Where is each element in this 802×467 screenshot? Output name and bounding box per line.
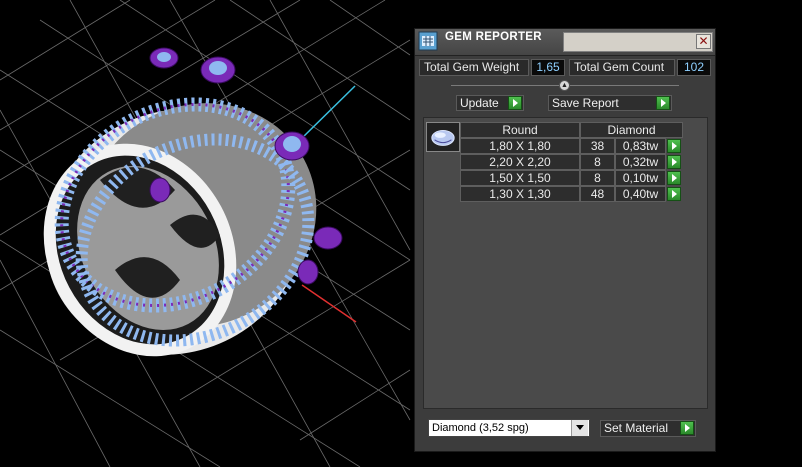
- set-material-button-label: Set Material: [604, 421, 669, 435]
- row-weight: 0,83tw: [615, 138, 666, 154]
- go-arrow-icon[interactable]: [656, 96, 670, 110]
- row-size: 1,50 X 1,50: [460, 170, 580, 186]
- save-report-button-label: Save Report: [552, 96, 619, 110]
- title-bar-blank: [563, 32, 713, 52]
- panel-title: GEM REPORTER: [445, 31, 542, 43]
- material-select[interactable]: Diamond (3,52 spg): [428, 419, 590, 437]
- total-gem-count-value: 102: [677, 59, 711, 76]
- axis-y: [299, 85, 356, 141]
- go-arrow-icon[interactable]: [667, 187, 681, 201]
- dropdown-arrow-icon[interactable]: [571, 420, 588, 436]
- row-size: 2,20 X 2,20: [460, 154, 580, 170]
- gem-shape-header: Round: [460, 122, 580, 138]
- go-arrow-icon[interactable]: [667, 155, 681, 169]
- ring-model: [43, 47, 343, 357]
- save-report-button[interactable]: Save Report: [548, 95, 672, 111]
- update-button-label: Update: [460, 96, 499, 110]
- row-weight: 0,40tw: [615, 186, 666, 202]
- row-weight: 0,10tw: [615, 170, 666, 186]
- close-icon[interactable]: ✕: [696, 34, 711, 49]
- row-size: 1,30 X 1,30: [460, 186, 580, 202]
- row-count: 8: [580, 154, 615, 170]
- collapse-icon[interactable]: ▲: [559, 80, 570, 91]
- set-material-button[interactable]: Set Material: [600, 420, 696, 437]
- go-arrow-icon[interactable]: [667, 139, 681, 153]
- total-gem-weight-value: 1,65: [531, 59, 565, 76]
- row-size: 1,80 X 1,80: [460, 138, 580, 154]
- go-arrow-icon[interactable]: [508, 96, 522, 110]
- go-arrow-icon[interactable]: [667, 171, 681, 185]
- total-gem-count-label: Total Gem Count: [569, 59, 675, 76]
- gem-reporter-app-icon: [418, 31, 438, 51]
- row-count: 8: [580, 170, 615, 186]
- update-button[interactable]: Update: [456, 95, 524, 111]
- row-count: 38: [580, 138, 615, 154]
- title-bar[interactable]: GEM REPORTER ✕: [415, 29, 715, 56]
- row-count: 48: [580, 186, 615, 202]
- row-weight: 0,32tw: [615, 154, 666, 170]
- gem-round-icon[interactable]: [426, 122, 460, 152]
- go-arrow-icon[interactable]: [680, 421, 694, 435]
- gem-material-header: Diamond: [580, 122, 683, 138]
- gem-reporter-panel: GEM REPORTER ✕ Total Gem Weight 1,65 Tot…: [414, 28, 716, 452]
- total-gem-weight-label: Total Gem Weight: [419, 59, 529, 76]
